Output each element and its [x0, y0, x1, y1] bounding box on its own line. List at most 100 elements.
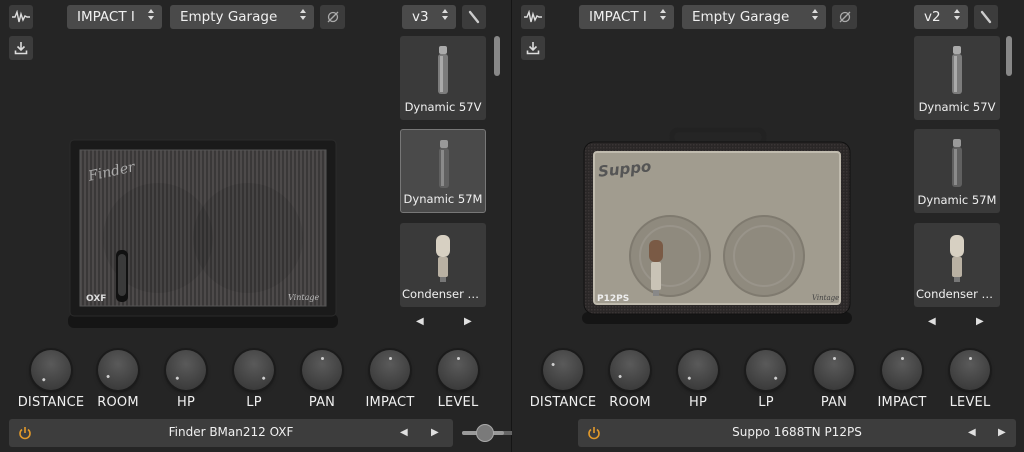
download-icon[interactable]	[9, 36, 33, 60]
knob-dial[interactable]	[678, 350, 718, 390]
cabinet-vintage-badge: Vintage	[288, 293, 320, 302]
knob-dial[interactable]	[234, 350, 274, 390]
preset-name[interactable]: Finder BMan212 OXF	[9, 425, 453, 439]
knob-hp[interactable]: HP	[151, 348, 221, 414]
dynamic-mic-icon	[439, 140, 449, 188]
preset-next-icon[interactable]: ▶	[998, 427, 1006, 438]
knob-label: DISTANCE	[17, 395, 85, 410]
cabinet-brand-badge: P12PS	[597, 294, 630, 304]
mic-list-scrollbar[interactable]	[494, 36, 500, 76]
select-caret-icon	[659, 9, 667, 20]
knob-dial[interactable]	[31, 350, 71, 390]
condenser-mic-icon	[950, 235, 964, 282]
mic-card[interactable]: Condenser U...	[400, 223, 486, 307]
mic-version-value: v2	[924, 9, 941, 25]
preset-bar: Suppo 1688TN P12PS ◀ ▶	[578, 419, 1016, 447]
mic-prev-icon[interactable]: ◀	[416, 316, 424, 327]
knob-dial[interactable]	[543, 350, 583, 390]
knob-label: PAN	[308, 395, 336, 410]
amp-select-value: IMPACT I	[77, 9, 135, 25]
cab-panel-left: IMPACT I Empty Garage v3 Finder OXF Vint…	[0, 0, 512, 452]
knob-room[interactable]: ROOM	[595, 348, 665, 414]
condenser-mic-icon	[436, 235, 450, 282]
mic-prev-icon[interactable]: ◀	[928, 316, 936, 327]
knob-level[interactable]: LEVEL	[935, 348, 1005, 414]
room-select[interactable]: Empty Garage	[682, 5, 826, 29]
mic-card[interactable]: Dynamic 57V	[400, 36, 486, 120]
knob-label: IMPACT	[877, 395, 927, 410]
amp-select-value: IMPACT I	[589, 9, 647, 25]
preset-name[interactable]: Suppo 1688TN P12PS	[578, 425, 1016, 439]
dynamic-mic-icon	[952, 46, 962, 94]
mic-next-icon[interactable]: ▶	[464, 316, 472, 327]
knob-label: ROOM	[609, 395, 651, 410]
mic-list-scrollbar[interactable]	[1006, 36, 1012, 76]
room-select-value: Empty Garage	[692, 9, 790, 25]
knob-label: HP	[176, 395, 195, 410]
mic-label: Dynamic 57M	[917, 193, 997, 207]
knob-pan[interactable]: PAN	[799, 348, 869, 414]
knob-dial[interactable]	[882, 350, 922, 390]
mic-next-icon[interactable]: ▶	[976, 316, 984, 327]
knob-dial[interactable]	[746, 350, 786, 390]
knob-label: ROOM	[97, 395, 139, 410]
knob-distance[interactable]: DISTANCE	[528, 348, 598, 414]
knob-dial[interactable]	[610, 350, 650, 390]
phase-invert-icon[interactable]	[320, 5, 345, 29]
preset-prev-icon[interactable]: ◀	[400, 427, 408, 438]
select-caret-icon	[441, 9, 449, 20]
amp-select[interactable]: IMPACT I	[579, 5, 674, 29]
mic-version-value: v3	[412, 9, 429, 25]
knob-lp[interactable]: LP	[731, 348, 801, 414]
knob-label: DISTANCE	[529, 395, 597, 410]
knob-hp[interactable]: HP	[663, 348, 733, 414]
mic-label: Dynamic 57V	[404, 100, 482, 114]
amp-select[interactable]: IMPACT I	[67, 5, 162, 29]
knob-label: HP	[688, 395, 707, 410]
dynamic-mic-icon	[952, 139, 962, 187]
select-caret-icon	[299, 9, 307, 20]
knob-distance[interactable]: DISTANCE	[16, 348, 86, 414]
knob-dial[interactable]	[166, 350, 206, 390]
knob-dial[interactable]	[438, 350, 478, 390]
mix-slider-thumb[interactable]	[476, 424, 494, 442]
knob-dial[interactable]	[302, 350, 342, 390]
mic-angle-icon[interactable]	[974, 5, 998, 29]
mic-label: Dynamic 57M	[403, 192, 483, 206]
knob-impact[interactable]: IMPACT	[867, 348, 937, 414]
knob-label: LP	[758, 395, 774, 410]
knob-pan[interactable]: PAN	[287, 348, 357, 414]
phase-invert-icon[interactable]	[832, 5, 857, 29]
preset-prev-icon[interactable]: ◀	[968, 427, 976, 438]
dynamic-mic-icon	[438, 46, 448, 94]
knob-dial[interactable]	[814, 350, 854, 390]
mic-card[interactable]: Dynamic 57V	[914, 36, 1000, 120]
download-icon[interactable]	[521, 36, 545, 60]
knob-label: PAN	[820, 395, 848, 410]
preset-bar: Finder BMan212 OXF ◀ ▶	[9, 419, 453, 447]
mic-angle-icon[interactable]	[462, 5, 486, 29]
mic-version-select[interactable]: v2	[914, 5, 968, 29]
select-caret-icon	[811, 9, 819, 20]
mic-label: Condenser U...	[402, 287, 486, 301]
knob-lp[interactable]: LP	[219, 348, 289, 414]
knob-dial[interactable]	[370, 350, 410, 390]
select-caret-icon	[953, 9, 961, 20]
mic-card[interactable]: Dynamic 57M	[914, 129, 1000, 213]
knob-level[interactable]: LEVEL	[423, 348, 493, 414]
room-select[interactable]: Empty Garage	[170, 5, 314, 29]
knob-label: LP	[246, 395, 262, 410]
knob-label: IMPACT	[365, 395, 415, 410]
room-select-value: Empty Garage	[180, 9, 278, 25]
knob-dial[interactable]	[950, 350, 990, 390]
knob-impact[interactable]: IMPACT	[355, 348, 425, 414]
waveform-icon[interactable]	[9, 5, 33, 29]
mic-version-select[interactable]: v3	[402, 5, 456, 29]
knob-room[interactable]: ROOM	[83, 348, 153, 414]
mic-card[interactable]: Condenser U...	[914, 223, 1000, 307]
preset-next-icon[interactable]: ▶	[431, 427, 439, 438]
mic-card-selected[interactable]: Dynamic 57M	[400, 129, 486, 213]
knob-dial[interactable]	[98, 350, 138, 390]
cabinet-vintage-badge: Vintage	[812, 294, 840, 302]
waveform-icon[interactable]	[521, 5, 545, 29]
